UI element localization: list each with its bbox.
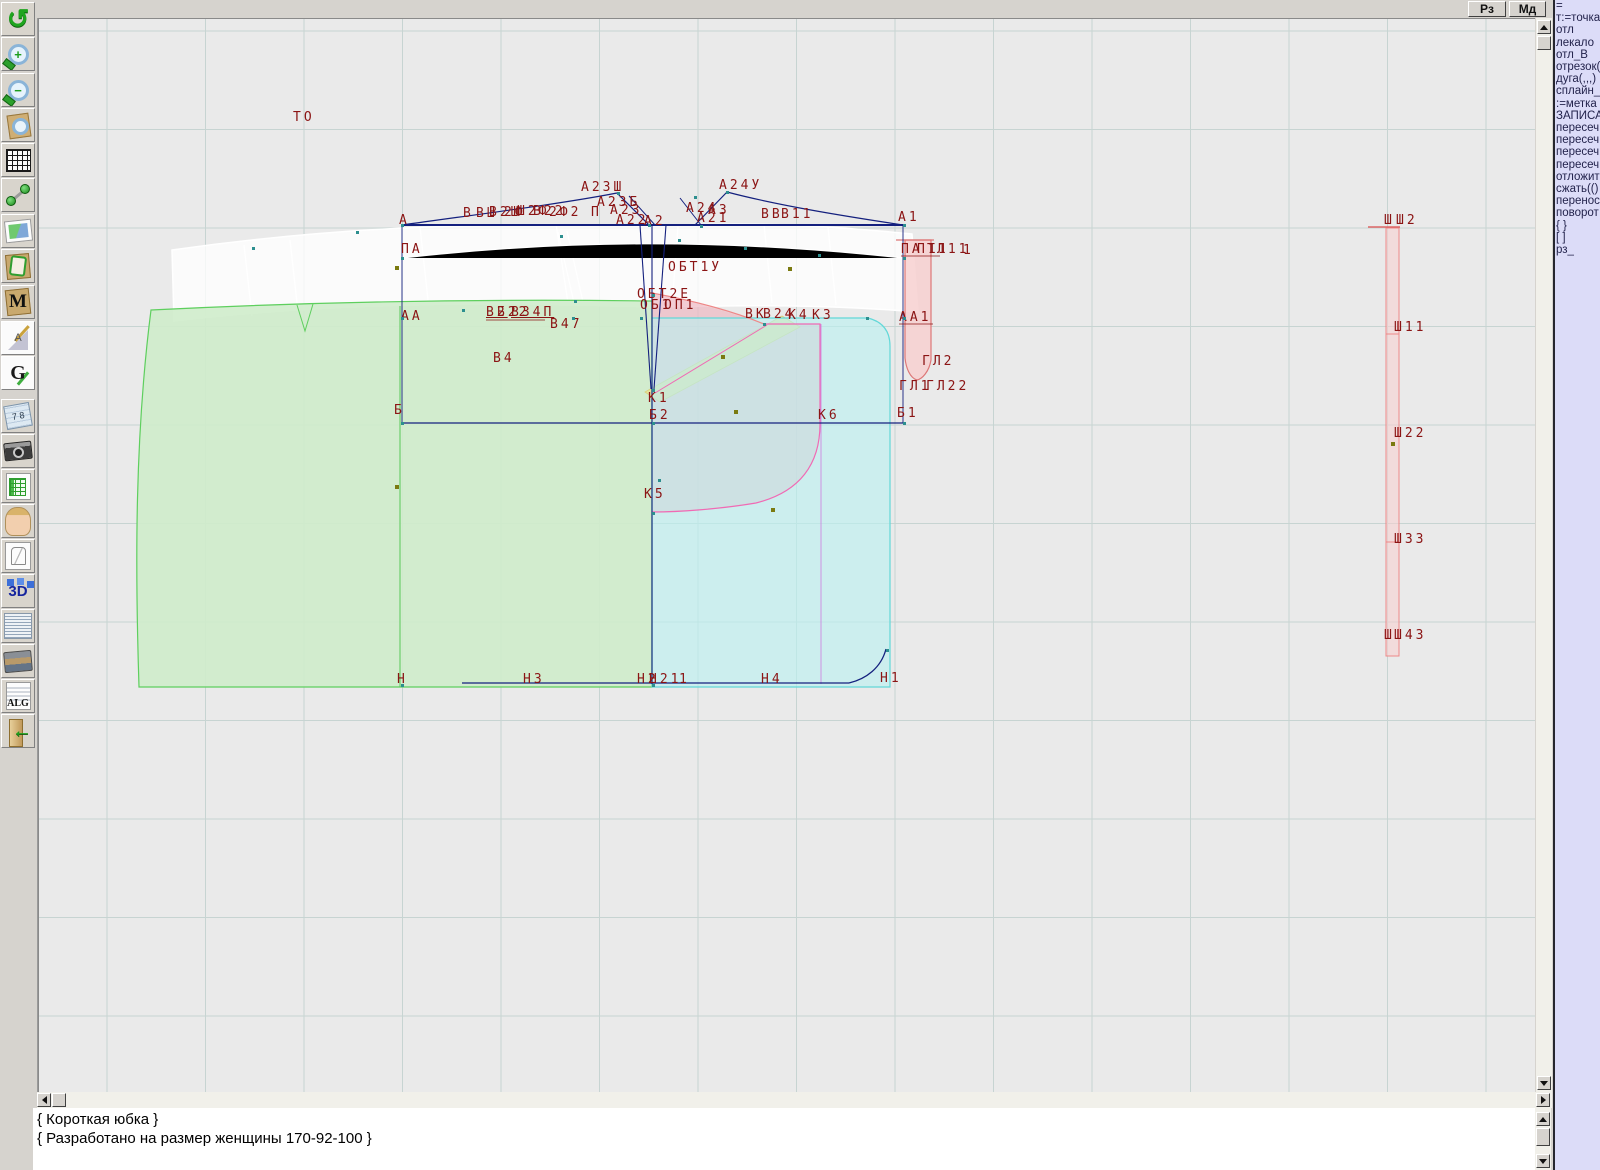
refresh-icon-glyph: ↺ [7,4,30,34]
command-line[interactable]: { } [1555,220,1600,232]
command-line[interactable]: т:=точка [1555,12,1600,24]
table-icon[interactable] [1,469,35,503]
pattern-piece-icon[interactable] [1,249,35,283]
drafting-tool-icon-glyph: А [14,332,21,344]
zoom-out-icon[interactable]: − [1,73,35,107]
ruler-icon[interactable]: 7 8 [1,399,35,433]
command-line[interactable]: пересеч [1555,122,1600,134]
image-icon[interactable] [1,214,35,248]
status-scroll-down-button[interactable] [1536,1154,1550,1168]
down-arrow-icon [1539,1159,1547,1164]
command-line[interactable]: пересеч [1555,159,1600,171]
3d-icon-glyph: 3D [8,583,27,600]
command-line[interactable]: перенос [1555,195,1600,207]
command-line[interactable]: сплайн_ [1555,85,1600,97]
vertical-scroll-thumb[interactable] [1537,36,1551,50]
preview-pattern-icon[interactable] [1,108,35,142]
scroll-left-button[interactable] [37,1093,51,1107]
status-line-title: { Короткая юбка } [37,1111,158,1128]
refresh-icon[interactable]: ↺ [1,2,35,36]
status-line-subtitle: { Разработано на размер женщины 170-92-1… [37,1130,372,1147]
grid-icon[interactable] [1,143,35,177]
status-scroll-thumb[interactable] [1536,1128,1550,1146]
up-arrow-icon [1539,1117,1547,1122]
horizontal-scroll-thumb[interactable] [52,1093,66,1107]
command-line[interactable]: пересеч [1555,134,1600,146]
exit-icon-glyph: ← [12,720,32,743]
alg-icon-glyph: ALG [7,698,29,709]
document-list-icon[interactable] [1,609,35,643]
ruler-icon-glyph: 7 8 [11,410,25,422]
command-line[interactable]: отложит [1555,171,1600,183]
left-arrow-icon [42,1096,47,1104]
command-line[interactable]: дуга(,,,) [1555,73,1600,85]
scroll-up-button[interactable] [1537,20,1551,34]
garment-sketch-icon[interactable] [1,539,35,573]
status-vertical-scrollbar[interactable] [1535,1108,1551,1170]
rz-button[interactable]: Рз [1468,1,1506,17]
magnifier-shape: + [8,44,29,65]
exit-icon[interactable]: ← [1,714,35,748]
command-line[interactable]: = [1555,0,1600,12]
right-arrow-icon [1541,1096,1546,1104]
scroll-down-button[interactable] [1537,1076,1551,1090]
zoom-in-icon-glyph: + [14,48,22,61]
segment-tool-icon[interactable] [1,178,35,212]
drafting-tool-icon[interactable]: А [1,321,35,355]
command-line[interactable]: поворот [1555,207,1600,219]
toolbar: ↺ + − M А G 7 8 3D ALG ← [0,0,38,1170]
endpoint-dot [6,196,16,206]
command-line[interactable]: отрезок( [1555,61,1600,73]
m-tool-icon[interactable]: M [1,285,35,319]
top-bar: Рз Мд [37,0,1553,18]
down-arrow-icon [1540,1081,1548,1086]
status-scroll-up-button[interactable] [1536,1112,1550,1126]
command-line[interactable]: пересеч [1555,146,1600,158]
books-icon[interactable] [1,644,35,678]
status-text-area[interactable]: { Короткая юбка } { Разработано на разме… [33,1108,1535,1170]
camera-icon[interactable] [1,434,35,468]
canvas-horizontal-scrollbar[interactable] [37,1092,1552,1108]
magnifier-shape: − [8,80,29,101]
3d-icon[interactable]: 3D [1,574,35,608]
command-panel[interactable]: =т:=точкаотллекалоотл_Вотрезок(дуга(,,,)… [1553,0,1600,1170]
scroll-right-button[interactable] [1536,1093,1550,1107]
g-tool-icon[interactable]: G [1,356,35,390]
m-tool-icon-glyph: M [9,291,27,313]
alg-icon[interactable]: ALG [1,679,35,713]
zoom-in-icon[interactable]: + [1,37,35,71]
command-line[interactable]: ЗАПИСА [1555,110,1600,122]
command-line[interactable]: рз_ [1555,244,1600,256]
command-line[interactable]: отл [1555,24,1600,36]
md-button[interactable]: Мд [1509,1,1546,17]
pattern-cad-app: { "topbar": { "buttons": [ {"label":"Рз"… [0,0,1600,1170]
portrait-icon[interactable] [1,504,35,538]
zoom-out-icon-glyph: − [14,84,22,97]
canvas-vertical-scrollbar[interactable] [1536,18,1552,1092]
g-tool-icon-glyph: G [10,362,26,385]
command-line[interactable]: [ ] [1555,232,1600,244]
command-line[interactable]: лекало [1555,37,1600,49]
command-line[interactable]: отл_В [1555,49,1600,61]
command-line[interactable]: сжать(() [1555,183,1600,195]
drawing-canvas[interactable] [38,18,1535,1092]
endpoint-dot [20,184,30,194]
command-line[interactable]: :=метка [1555,98,1600,110]
up-arrow-icon [1540,25,1548,30]
